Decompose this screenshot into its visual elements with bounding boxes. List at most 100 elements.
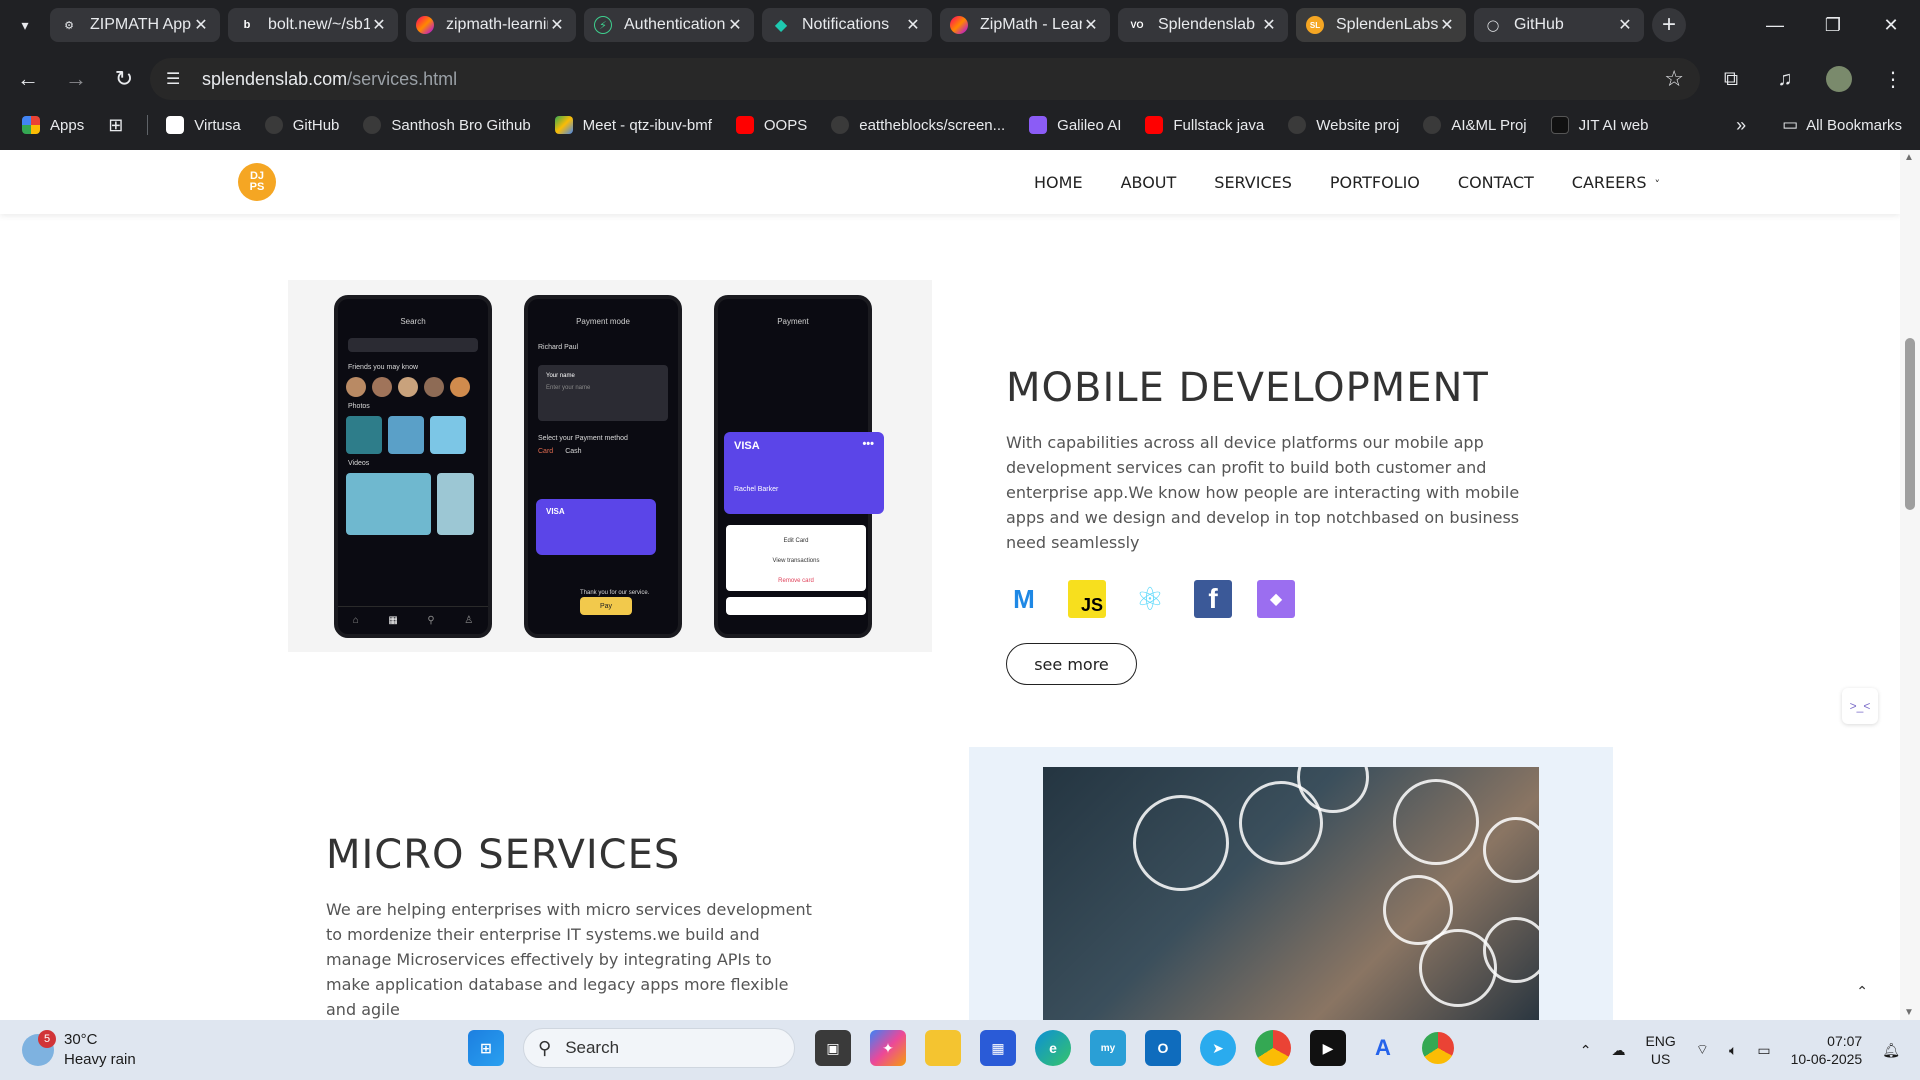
restore-icon[interactable]: ❐: [1804, 0, 1862, 50]
bookmark-eattheblocks[interactable]: eattheblocks/screen...: [831, 116, 1005, 134]
scroll-down-arrow-icon[interactable]: ▼: [1904, 1007, 1914, 1018]
tab-zipmath-app[interactable]: ⚙ ZIPMATH App ✕: [50, 8, 220, 42]
bootstrap-cube-icon: ◆: [1257, 580, 1295, 618]
bookmark-meet[interactable]: Meet - qtz-ibuv-bmf: [554, 116, 712, 134]
close-window-icon[interactable]: ✕: [1862, 0, 1920, 50]
close-tab-icon[interactable]: ✕: [370, 15, 388, 35]
close-tab-icon[interactable]: ✕: [1616, 15, 1634, 35]
tab-search-icon[interactable]: ▾: [0, 0, 50, 50]
edge-icon[interactable]: e: [1035, 1030, 1071, 1066]
chat-widget-icon[interactable]: >_<: [1842, 688, 1878, 724]
close-tab-icon[interactable]: ✕: [1260, 15, 1278, 35]
site-info-icon[interactable]: ☰: [166, 69, 190, 89]
bookmark-oops[interactable]: OOPS: [735, 116, 808, 134]
task-view-icon[interactable]: ▣: [815, 1030, 851, 1066]
microsoft-store-icon[interactable]: ▦: [980, 1030, 1016, 1066]
address-bar[interactable]: ☰ splendenslab.com/services.html ☆: [150, 58, 1700, 100]
battery-icon[interactable]: ▭: [1757, 1042, 1770, 1059]
forward-arrow-icon[interactable]: →: [56, 59, 96, 99]
chrome-icon[interactable]: [1255, 1030, 1291, 1066]
nav-portfolio[interactable]: PORTFOLIO: [1330, 173, 1420, 192]
reload-icon[interactable]: ↻: [104, 59, 144, 99]
tab-zipmath-learning[interactable]: zipmath-learning ✕: [406, 8, 576, 42]
all-bookmarks-folder[interactable]: ▭ All Bookmarks: [1782, 115, 1902, 135]
back-arrow-icon[interactable]: ←: [8, 59, 48, 99]
capcut-icon[interactable]: ▶: [1310, 1030, 1346, 1066]
minimize-icon[interactable]: —: [1746, 0, 1804, 50]
tab-github[interactable]: ◯ GitHub ✕: [1474, 8, 1644, 42]
bookmark-website-proj[interactable]: Website proj: [1288, 116, 1399, 134]
bookmark-github[interactable]: GitHub: [264, 116, 339, 134]
back-to-top-icon[interactable]: ⌃: [1856, 983, 1868, 1000]
mobile-development-text: With capabilities across all device plat…: [1006, 433, 1520, 552]
outlook-icon[interactable]: O: [1145, 1030, 1181, 1066]
bookmark-tab-groups[interactable]: ⊞: [108, 115, 123, 136]
nav-home[interactable]: HOME: [1034, 173, 1083, 192]
nav-careers[interactable]: CAREERS ˅: [1572, 173, 1660, 192]
close-tab-icon[interactable]: ✕: [192, 15, 210, 35]
nav-about[interactable]: ABOUT: [1121, 173, 1177, 192]
copilot-icon[interactable]: ✦: [870, 1030, 906, 1066]
see-more-button[interactable]: see more: [1006, 643, 1137, 685]
file-explorer-icon[interactable]: [925, 1030, 961, 1066]
site-logo[interactable]: DJ PS: [238, 163, 276, 201]
tab-zipmath-learn[interactable]: ZipMath - Learn ✕: [940, 8, 1110, 42]
myhp-icon[interactable]: my: [1090, 1030, 1126, 1066]
wifi-icon[interactable]: ⌔: [1696, 1041, 1709, 1059]
bookmark-virtusa[interactable]: Virtusa: [166, 116, 241, 134]
volume-icon[interactable]: 🔈︎: [1729, 1042, 1737, 1059]
chrome-profile-icon[interactable]: [1420, 1030, 1456, 1066]
tab-splendenlabs[interactable]: SL SplendenLabs ✕: [1296, 8, 1466, 42]
tab-splendenslab[interactable]: VO Splendenslab ✕: [1118, 8, 1288, 42]
phone-photos: [346, 416, 480, 454]
bookmark-star-icon[interactable]: ☆: [1664, 66, 1684, 92]
bookmark-label: OOPS: [763, 116, 808, 134]
nav-services[interactable]: SERVICES: [1214, 173, 1292, 192]
bookmark-aiml-proj[interactable]: AI&ML Proj: [1423, 116, 1527, 134]
phone-card-options-sheet: Edit Card View transactions Remove card: [726, 525, 866, 591]
tray-cloud-icon[interactable]: ☁: [1611, 1042, 1625, 1059]
windows-start-icon[interactable]: ⊞: [468, 1030, 504, 1066]
page-scrollbar[interactable]: ▲ ▼: [1900, 150, 1920, 1020]
close-tab-icon[interactable]: ✕: [548, 15, 566, 35]
bookmark-label: Apps: [50, 116, 85, 134]
profile-avatar[interactable]: [1826, 66, 1852, 92]
bookmark-label: Santhosh Bro Github: [391, 116, 531, 134]
kebab-menu-icon[interactable]: ⋮: [1866, 67, 1920, 92]
extensions-icon[interactable]: ⧉: [1704, 68, 1758, 91]
notifications-bell-icon[interactable]: 🔔︎: [1882, 1042, 1900, 1059]
phone-visa-card: VISA: [536, 499, 656, 555]
tab-bolt[interactable]: b bolt.new/~/sb1 ✕: [228, 8, 398, 42]
github-icon: [1288, 116, 1307, 134]
bookmark-fullstack-java[interactable]: Fullstack java: [1145, 116, 1264, 134]
weather-widget[interactable]: 5 30°C Heavy rain: [22, 1030, 136, 1070]
tab-notifications[interactable]: ◆ Notifications ✕: [762, 8, 932, 42]
material-ui-icon: M: [1013, 583, 1035, 614]
language-indicator[interactable]: ENG US: [1645, 1032, 1675, 1068]
nav-contact[interactable]: CONTACT: [1458, 173, 1534, 192]
bookmark-jit-ai-web[interactable]: JIT AI web: [1550, 116, 1648, 134]
close-tab-icon[interactable]: ✕: [1438, 15, 1456, 35]
phone-videos: [346, 473, 480, 535]
bookmark-apps[interactable]: Apps: [22, 116, 84, 134]
close-tab-icon[interactable]: ✕: [1082, 15, 1100, 35]
close-tab-icon[interactable]: ✕: [726, 15, 744, 35]
media-controls-icon[interactable]: ♫: [1758, 68, 1812, 91]
bookmark-galileo[interactable]: Galileo AI: [1029, 116, 1121, 134]
new-tab-button[interactable]: +: [1652, 8, 1686, 42]
telegram-icon[interactable]: ➤: [1200, 1030, 1236, 1066]
url-text[interactable]: splendenslab.com/services.html: [202, 69, 457, 90]
tab-authentication[interactable]: ⚡ Authentication ✕: [584, 8, 754, 42]
more-bookmarks-chevron-icon[interactable]: »: [1736, 115, 1746, 136]
app-a-icon[interactable]: A: [1365, 1030, 1401, 1066]
taskbar-apps: ⊞ ⚲ Search ▣ ✦ ▦ e my O ➤ ▶ A: [468, 1028, 1475, 1068]
tray-chevron-up-icon[interactable]: ⌃: [1580, 1042, 1592, 1059]
bookmark-santhosh-github[interactable]: Santhosh Bro Github: [363, 116, 531, 134]
phone-payment-mode-title: Payment mode: [576, 317, 630, 326]
scrollbar-thumb[interactable]: [1905, 338, 1915, 510]
tab-groups-icon: ⊞: [108, 114, 124, 135]
taskbar-clock[interactable]: 07:07 10-06-2025: [1791, 1032, 1863, 1068]
close-tab-icon[interactable]: ✕: [904, 15, 922, 35]
taskbar-search[interactable]: ⚲ Search: [523, 1028, 795, 1068]
scroll-up-arrow-icon[interactable]: ▲: [1904, 152, 1914, 163]
